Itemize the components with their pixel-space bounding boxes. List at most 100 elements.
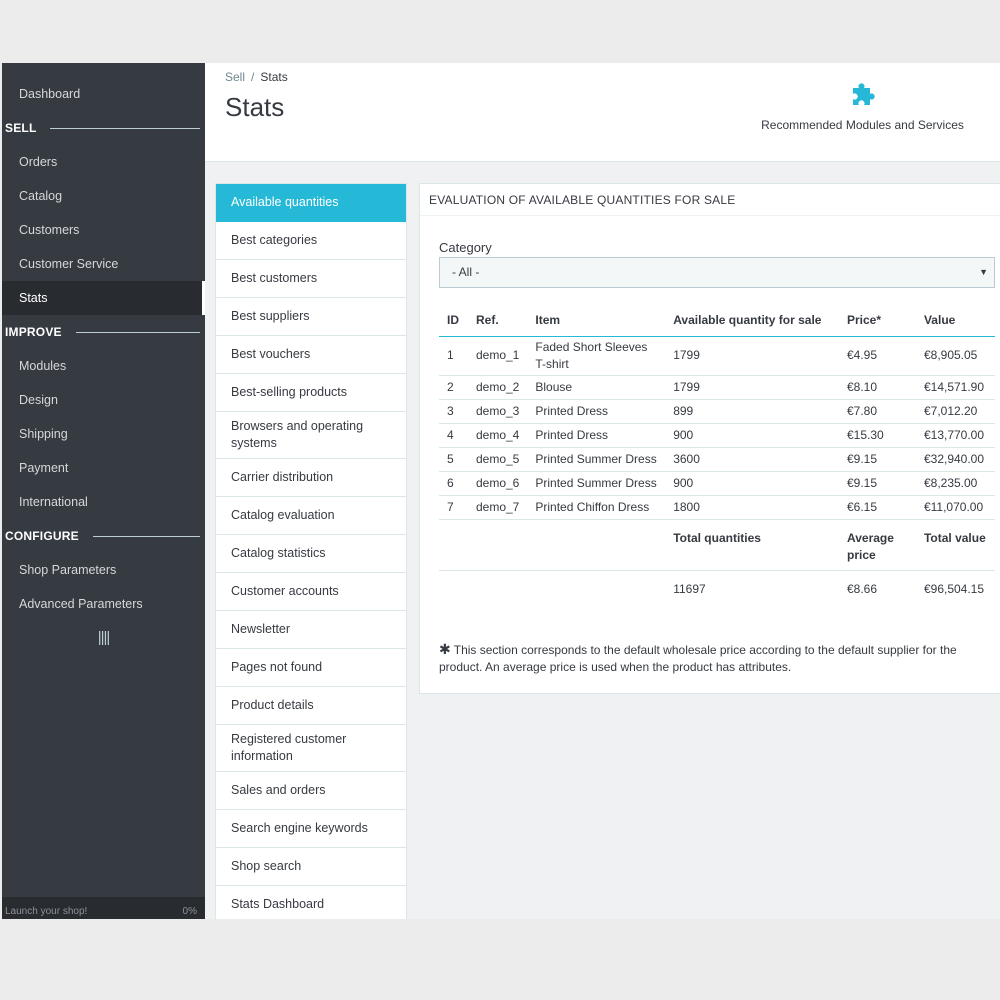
cell-item: Faded Short Sleeves T-shirt: [527, 336, 666, 376]
column-header-ref: Ref.: [467, 304, 528, 337]
table-row: 4 demo_4 Printed Dress 900 €15.30 €13,77…: [439, 423, 995, 448]
recommended-modules-label: Recommended Modules and Services: [761, 118, 964, 132]
admin-app: Dashboard SELL Orders Catalog Customers …: [2, 63, 1000, 919]
cell-id: 1: [439, 336, 468, 376]
breadcrumb: Sell / Stats: [225, 70, 288, 84]
divider: [92, 535, 200, 537]
cell-value: €8,905.05: [915, 336, 995, 376]
sidebar: Dashboard SELL Orders Catalog Customers …: [2, 63, 205, 919]
panel-title: EVALUATION OF AVAILABLE QUANTITIES FOR S…: [420, 184, 1000, 216]
cell-value: €14,571.90: [915, 375, 995, 400]
cell-quantity: 899: [665, 399, 839, 424]
stats-menu-item-stats-dashboard[interactable]: Stats Dashboard: [216, 886, 406, 919]
totals-row: 11697 €8.66 €96,504.15: [439, 570, 995, 602]
category-selected-value: - All -: [452, 265, 480, 279]
cell-item: Printed Summer Dress: [527, 447, 666, 472]
sidebar-item-shop-parameters[interactable]: Shop Parameters: [2, 553, 205, 587]
sidebar-item-customers[interactable]: Customers: [2, 213, 205, 247]
stats-menu-item-sales-and-orders[interactable]: Sales and orders: [216, 772, 406, 810]
cell-id: 5: [439, 447, 468, 472]
table-row: 2 demo_2 Blouse 1799 €8.10 €14,571.90: [439, 375, 995, 400]
cell-price: €9.15: [839, 471, 916, 496]
sidebar-item-dashboard[interactable]: Dashboard: [2, 77, 205, 111]
cell-ref: demo_1: [467, 336, 528, 376]
stats-menu-item-catalog-statistics[interactable]: Catalog statistics: [216, 535, 406, 573]
cell-value: €32,940.00: [915, 447, 995, 472]
cell-value: €13,770.00: [915, 423, 995, 448]
sidebar-collapse-icon[interactable]: ||||: [2, 629, 205, 657]
sidebar-item-shipping[interactable]: Shipping: [2, 417, 205, 451]
column-header-item: Item: [527, 304, 666, 337]
cell-id: 7: [439, 495, 468, 520]
cell-quantity: 1799: [665, 375, 839, 400]
sidebar-item-catalog[interactable]: Catalog: [2, 179, 205, 213]
stats-menu-item-carrier-distribution[interactable]: Carrier distribution: [216, 459, 406, 497]
cell-ref: demo_7: [467, 495, 528, 520]
price-footnote: ✱ This section corresponds to the default…: [439, 641, 995, 676]
cell-ref: demo_5: [467, 447, 528, 472]
stats-menu-item-best-customers[interactable]: Best customers: [216, 260, 406, 298]
stats-menu-item-best-suppliers[interactable]: Best suppliers: [216, 298, 406, 336]
page-header: Sell / Stats Stats Recommended Modules and…: [205, 63, 1000, 162]
stats-menu-item-search-engine-keywords[interactable]: Search engine keywords: [216, 810, 406, 848]
stats-menu-item-newsletter[interactable]: Newsletter: [216, 611, 406, 649]
category-select[interactable]: - All - ▼: [439, 257, 995, 288]
table-row: 7 demo_7 Printed Chiffon Dress 1800 €6.1…: [439, 495, 995, 520]
breadcrumb-link-sell[interactable]: Sell: [225, 70, 245, 84]
stats-menu-item-best-selling-products[interactable]: Best-selling products: [216, 374, 406, 412]
stats-menu-item-registered-customer-info[interactable]: Registered customer information: [216, 725, 406, 772]
cell-price: €7.80: [839, 399, 916, 424]
quantities-panel: EVALUATION OF AVAILABLE QUANTITIES FOR S…: [419, 183, 1000, 694]
asterisk-icon: ✱: [439, 641, 451, 657]
cell-id: 6: [439, 471, 468, 496]
cell-price: €4.95: [839, 336, 916, 376]
cell-ref: demo_2: [467, 375, 528, 400]
total-quantities-label: Total quantities: [665, 519, 839, 571]
cell-ref: demo_3: [467, 399, 528, 424]
cell-id: 4: [439, 423, 468, 448]
stats-menu-item-best-categories[interactable]: Best categories: [216, 222, 406, 260]
stats-menu-item-catalog-evaluation[interactable]: Catalog evaluation: [216, 497, 406, 535]
sidebar-item-modules[interactable]: Modules: [2, 349, 205, 383]
breadcrumb-separator: /: [251, 70, 255, 84]
sidebar-item-orders[interactable]: Orders: [2, 145, 205, 179]
launch-shop-bar[interactable]: Launch your shop! 0%: [2, 897, 205, 919]
sidebar-section-title: IMPROVE: [5, 325, 62, 339]
sidebar-item-payment[interactable]: Payment: [2, 451, 205, 485]
sidebar-item-stats[interactable]: Stats: [2, 281, 205, 315]
recommended-modules-button[interactable]: Recommended Modules and Services: [745, 83, 980, 132]
stats-menu-item-available-quantities[interactable]: Available quantities: [216, 184, 406, 222]
stats-menu-item-best-vouchers[interactable]: Best vouchers: [216, 336, 406, 374]
sidebar-section-sell: SELL: [2, 111, 205, 145]
cell-price: €8.10: [839, 375, 916, 400]
category-label: Category: [439, 240, 492, 255]
sidebar-section-improve: IMPROVE: [2, 315, 205, 349]
stats-menu-item-customer-accounts[interactable]: Customer accounts: [216, 573, 406, 611]
stats-menu-item-product-details[interactable]: Product details: [216, 687, 406, 725]
cell-quantity: 1800: [665, 495, 839, 520]
cell-ref: demo_6: [467, 471, 528, 496]
sidebar-section-title: CONFIGURE: [5, 529, 79, 543]
cell-item: Printed Chiffon Dress: [527, 495, 666, 520]
column-header-value: Value: [915, 304, 995, 337]
table-row: 6 demo_6 Printed Summer Dress 900 €9.15 …: [439, 471, 995, 496]
stats-menu-item-browsers-and-os[interactable]: Browsers and operating systems: [216, 412, 406, 459]
launch-shop-progress: 0%: [182, 906, 197, 917]
sidebar-item-design[interactable]: Design: [2, 383, 205, 417]
stats-menu-item-pages-not-found[interactable]: Pages not found: [216, 649, 406, 687]
cell-quantity: 900: [665, 471, 839, 496]
sidebar-item-customer-service[interactable]: Customer Service: [2, 247, 205, 281]
page-title: Stats: [225, 92, 285, 122]
sidebar-item-international[interactable]: International: [2, 485, 205, 519]
sidebar-item-advanced-parameters[interactable]: Advanced Parameters: [2, 587, 205, 621]
divider: [50, 127, 200, 129]
stats-menu-item-shop-search[interactable]: Shop search: [216, 848, 406, 886]
column-header-price: Price*: [839, 304, 916, 337]
total-value-label: Total value: [915, 519, 995, 571]
cell-price: €15.30: [839, 423, 916, 448]
table-row: 5 demo_5 Printed Summer Dress 3600 €9.15…: [439, 447, 995, 472]
table-header-row: ID Ref. Item Available quantity for sale…: [439, 304, 995, 337]
breadcrumb-current: Stats: [260, 70, 288, 84]
cell-item: Printed Dress: [527, 423, 666, 448]
cell-ref: demo_4: [467, 423, 528, 448]
